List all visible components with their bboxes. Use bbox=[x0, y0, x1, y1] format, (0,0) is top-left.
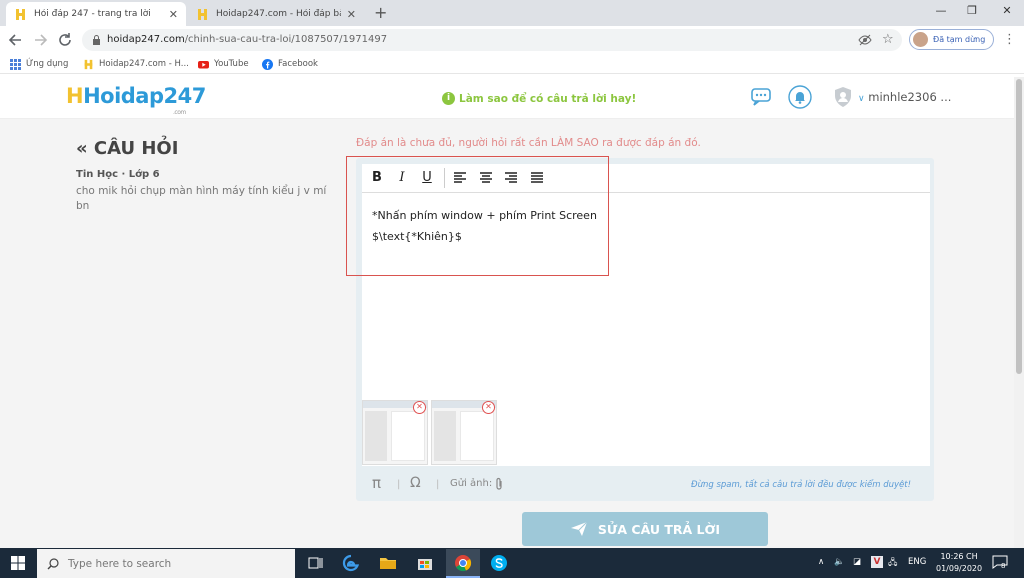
windows-start-icon[interactable] bbox=[11, 556, 25, 570]
star-icon[interactable]: ☆ bbox=[882, 32, 894, 47]
tab-close-icon[interactable]: ✕ bbox=[169, 8, 178, 21]
bookmark-apps[interactable]: Ứng dụng bbox=[10, 57, 68, 71]
site-logo[interactable]: HHoidap247 .com bbox=[66, 84, 206, 116]
special-chars-button[interactable]: Ω bbox=[410, 475, 421, 491]
back-to-question-link[interactable]: « CÂU HỎI bbox=[76, 138, 178, 159]
profile-button[interactable]: Đã tạm dừng bbox=[909, 29, 994, 50]
input-language[interactable]: ENG bbox=[908, 557, 926, 567]
hoidap-favicon bbox=[14, 8, 27, 21]
clock-date: 01/09/2020 bbox=[936, 564, 983, 573]
tab-close-icon[interactable]: ✕ bbox=[347, 8, 356, 21]
question-subject: Tin Học · Lớp 6 bbox=[76, 169, 160, 180]
new-tab-button[interactable]: + bbox=[374, 3, 387, 22]
howto-link[interactable]: i Làm sao để có câu trả lời hay! bbox=[442, 92, 636, 105]
task-view-icon[interactable] bbox=[305, 553, 327, 573]
tab-hoidap-answer[interactable]: Hỏi đáp 247 - trang tra lời ✕ bbox=[6, 2, 186, 26]
bookmark-facebook[interactable]: Facebook bbox=[262, 57, 318, 71]
toolbar-divider: | bbox=[397, 479, 401, 490]
scrollbar-thumb[interactable] bbox=[1016, 79, 1022, 374]
notification-count: 8 bbox=[1001, 562, 1006, 570]
info-icon: i bbox=[442, 92, 455, 105]
network-icon[interactable]: 🖧 bbox=[888, 557, 897, 571]
chevron-down-icon: ∨ bbox=[858, 94, 865, 104]
math-formula-button[interactable]: π bbox=[372, 474, 381, 492]
clock[interactable]: 10:26 CH 01/09/2020 bbox=[936, 551, 982, 575]
remove-image-icon[interactable]: ✕ bbox=[482, 401, 495, 414]
question-text: cho mik hỏi chụp màn hình máy tính kiểu … bbox=[76, 185, 327, 212]
minimize-button[interactable]: — bbox=[926, 4, 956, 17]
taskbar-search-input[interactable]: Type here to search bbox=[37, 549, 295, 578]
clock-time: 10:26 CH bbox=[940, 552, 978, 561]
menu-kebab-icon[interactable]: ⋮ bbox=[1003, 32, 1016, 47]
submit-answer-button[interactable]: SỬA CÂU TRẢ LỜI bbox=[522, 512, 768, 546]
paper-plane-icon bbox=[570, 521, 588, 537]
bookmark-hoidap[interactable]: Hoidap247.com - H... bbox=[83, 57, 189, 71]
tab-title: Hoidap247.com - Hỏi đáp bài tậ bbox=[216, 9, 341, 19]
chrome-icon[interactable] bbox=[452, 553, 474, 573]
back-arrow-icon[interactable] bbox=[7, 31, 25, 49]
restore-button[interactable]: ❐ bbox=[957, 4, 987, 17]
volume-icon[interactable]: 🔈 bbox=[834, 557, 845, 567]
edge-browser-icon[interactable] bbox=[340, 553, 362, 573]
username[interactable]: ∨ minhle2306 ... bbox=[858, 90, 951, 104]
store-icon[interactable] bbox=[414, 553, 436, 573]
toolbar-divider: | bbox=[436, 479, 440, 490]
bookmark-youtube[interactable]: YouTube bbox=[198, 57, 249, 71]
bell-icon[interactable] bbox=[788, 85, 812, 109]
lock-icon bbox=[92, 35, 101, 45]
reload-icon[interactable] bbox=[56, 31, 74, 49]
skype-icon[interactable] bbox=[488, 553, 510, 573]
highlight-annotation bbox=[346, 156, 609, 276]
spam-notice: Đừng spam, tất cả câu trả lời đều được k… bbox=[691, 480, 912, 490]
profile-status: Đã tạm dừng bbox=[933, 35, 986, 44]
forward-arrow-icon[interactable] bbox=[31, 31, 49, 49]
avatar bbox=[913, 32, 928, 47]
hoidap-favicon bbox=[83, 59, 94, 70]
remove-image-icon[interactable]: ✕ bbox=[413, 401, 426, 414]
tray-chevron-up-icon[interactable]: ∧ bbox=[818, 557, 824, 567]
close-window-button[interactable]: ✕ bbox=[992, 4, 1022, 17]
eye-slash-icon[interactable] bbox=[858, 33, 872, 47]
facebook-icon bbox=[262, 58, 273, 70]
editor-hint: Đáp án là chưa đủ, người hỏi rất cần LÀM… bbox=[356, 137, 701, 149]
vietkey-icon[interactable]: V bbox=[871, 556, 883, 568]
tab-title: Hỏi đáp 247 - trang tra lời bbox=[34, 9, 151, 19]
search-icon bbox=[47, 557, 59, 570]
tray-app-icon[interactable]: ◪ bbox=[853, 557, 861, 567]
file-explorer-icon[interactable] bbox=[377, 553, 399, 573]
send-image-label: Gửi ảnh: bbox=[450, 478, 493, 489]
youtube-icon bbox=[198, 59, 209, 70]
paperclip-icon[interactable] bbox=[494, 477, 504, 491]
tab-hoidap-home[interactable]: Hoidap247.com - Hỏi đáp bài tậ ✕ bbox=[188, 2, 364, 26]
url-text[interactable]: hoidap247.com/chinh-sua-cau-tra-loi/1087… bbox=[107, 34, 387, 45]
apps-grid-icon bbox=[10, 58, 21, 70]
chat-icon[interactable] bbox=[751, 88, 771, 106]
hoidap-favicon bbox=[196, 8, 209, 21]
user-shield-icon[interactable] bbox=[833, 86, 853, 108]
notifications-icon[interactable] bbox=[992, 555, 1008, 569]
